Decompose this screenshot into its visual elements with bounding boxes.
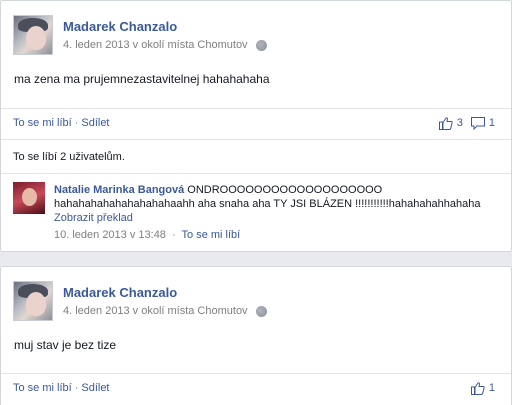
post-text: muj stav je bez tize — [14, 338, 117, 352]
post-date[interactable]: 4. leden 2013 — [63, 39, 130, 51]
post-card: Madarek Chanzalo 4. leden 2013 v okolí m… — [0, 266, 512, 405]
post-meta: 4. leden 2013 v okolí místa Chomutov — [63, 39, 267, 51]
action-bar: To se mi líbí · Sdílet 3 1 — [1, 108, 511, 136]
separator-dot: · — [172, 229, 176, 241]
likes-summary-text[interactable]: To se líbí 2 uživatelům. — [13, 151, 125, 163]
comment-time[interactable]: 10. leden 2013 v 13:48 — [54, 229, 166, 241]
commenter-name[interactable]: Natalie Marinka Bangová — [54, 184, 184, 196]
share-link[interactable]: Sdílet — [81, 117, 109, 129]
author-avatar[interactable] — [13, 281, 53, 321]
share-link[interactable]: Sdílet — [81, 382, 109, 394]
thumbs-up-icon[interactable] — [470, 381, 485, 395]
comment-meta: 10. leden 2013 v 13:48 · To se mi líbí — [54, 228, 504, 242]
separator-dot: · — [74, 381, 79, 394]
comment-body: Natalie Marinka Bangová ONDROOOOOOOOOOOO… — [54, 183, 504, 242]
translate-link[interactable]: Zobrazit překlad — [54, 211, 504, 225]
comment-text-line2: hahahahahahahahahahaahh aha snaha aha TY… — [54, 198, 481, 210]
post-text: ma zena ma prujemnezastavitelnej hahahah… — [14, 72, 270, 86]
post-author[interactable]: Madarek Chanzalo — [63, 285, 177, 300]
action-bar: To se mi líbí · Sdílet 1 — [1, 373, 511, 401]
comment-item: Natalie Marinka Bangová ONDROOOOOOOOOOOO… — [1, 173, 511, 251]
post-date[interactable]: 4. leden 2013 — [63, 305, 130, 317]
reaction-counts: 1 — [470, 374, 499, 402]
globe-icon[interactable] — [255, 305, 267, 317]
comment-text-line1: ONDROOOOOOOOOOOOOOOOOOO — [187, 184, 383, 196]
like-link[interactable]: To se mi líbí — [13, 382, 72, 394]
location-prefix: v okolí místa — [132, 39, 195, 51]
separator-dot: · — [74, 116, 79, 129]
commenter-avatar[interactable] — [13, 182, 45, 214]
reaction-counts: 3 1 — [438, 109, 499, 137]
globe-icon[interactable] — [255, 39, 267, 51]
comment-icon[interactable] — [470, 116, 485, 130]
post-location[interactable]: Chomutov — [197, 305, 247, 317]
like-count[interactable]: 1 — [489, 382, 495, 394]
like-count[interactable]: 3 — [457, 117, 463, 129]
like-link[interactable]: To se mi líbí — [13, 117, 72, 129]
likes-summary: To se líbí 2 uživatelům. — [1, 139, 511, 173]
thumbs-up-icon[interactable] — [438, 116, 453, 130]
post-card: Madarek Chanzalo 4. leden 2013 v okolí m… — [0, 0, 512, 252]
post-meta: 4. leden 2013 v okolí místa Chomutov — [63, 305, 267, 317]
comment-count[interactable]: 1 — [489, 117, 495, 129]
comment-like-link[interactable]: To se mi líbí — [182, 229, 241, 241]
post-location[interactable]: Chomutov — [197, 39, 247, 51]
location-prefix: v okolí místa — [132, 305, 195, 317]
post-author[interactable]: Madarek Chanzalo — [63, 19, 177, 34]
author-avatar[interactable] — [13, 15, 53, 55]
